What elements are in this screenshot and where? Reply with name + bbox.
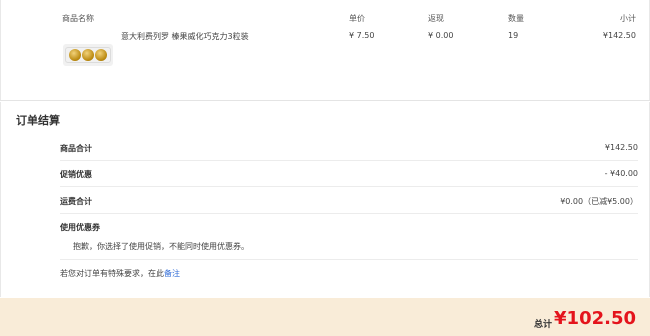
- left-border: [0, 102, 1, 297]
- summary-row-shipping: 运费合计 ¥0.00（已减¥5.00）: [60, 188, 638, 214]
- product-title[interactable]: 意大利费列罗 榛果威化巧克力3粒装: [121, 31, 249, 42]
- cart-items-panel: 商品名称 单价 返现 数量 小计 意大利费列罗 榛果威化巧克力3粒装 ¥ 7.5…: [0, 0, 650, 101]
- product-subtotal: ¥142.50: [602, 31, 636, 40]
- product-image[interactable]: [63, 44, 113, 66]
- chocolate-ball-icon: [95, 49, 107, 61]
- product-price: ¥ 7.50: [349, 31, 375, 40]
- remark-link[interactable]: 备注: [164, 269, 180, 278]
- product-qty: 19: [508, 31, 519, 40]
- coupon-message: 抱歉，你选择了使用促销，不能同时使用优惠券。: [73, 242, 249, 251]
- header-subtotal: 小计: [620, 14, 636, 23]
- chocolate-ball-icon: [69, 49, 81, 61]
- summary-row-goods-total: 商品合计 ¥142.50: [60, 135, 638, 161]
- row-value: - ¥40.00: [604, 169, 638, 178]
- header-rebate: 返现: [428, 14, 444, 23]
- summary-row-promotion: 促销优惠 - ¥40.00: [60, 161, 638, 187]
- total-label: 总计: [533, 320, 552, 330]
- row-value: ¥142.50: [604, 143, 638, 152]
- chocolate-ball-icon: [82, 49, 94, 61]
- product-rebate: ¥ 0.00: [428, 31, 454, 40]
- row-label: 运费合计: [60, 197, 92, 206]
- coupon-label: 使用优惠券: [60, 223, 100, 232]
- header-qty: 数量: [508, 14, 524, 23]
- row-label: 促销优惠: [60, 170, 92, 179]
- header-price: 单价: [349, 14, 365, 23]
- row-value: ¥0.00（已减¥5.00）: [560, 197, 638, 206]
- left-border: [0, 0, 1, 100]
- total-footer: 总计 ¥102.50: [0, 298, 650, 336]
- total-value: ¥102.50: [554, 308, 636, 329]
- remark-line: 若您对订单有特殊要求，在此备注: [60, 268, 180, 279]
- row-label: 商品合计: [60, 144, 92, 153]
- summary-title: 订单结算: [16, 114, 60, 127]
- header-name: 商品名称: [62, 14, 94, 23]
- order-summary: 订单结算 商品合计 ¥142.50 促销优惠 - ¥40.00 运费合计 ¥0.…: [0, 102, 650, 297]
- divider: [60, 259, 638, 260]
- remark-text: 若您对订单有特殊要求，在此: [60, 269, 164, 278]
